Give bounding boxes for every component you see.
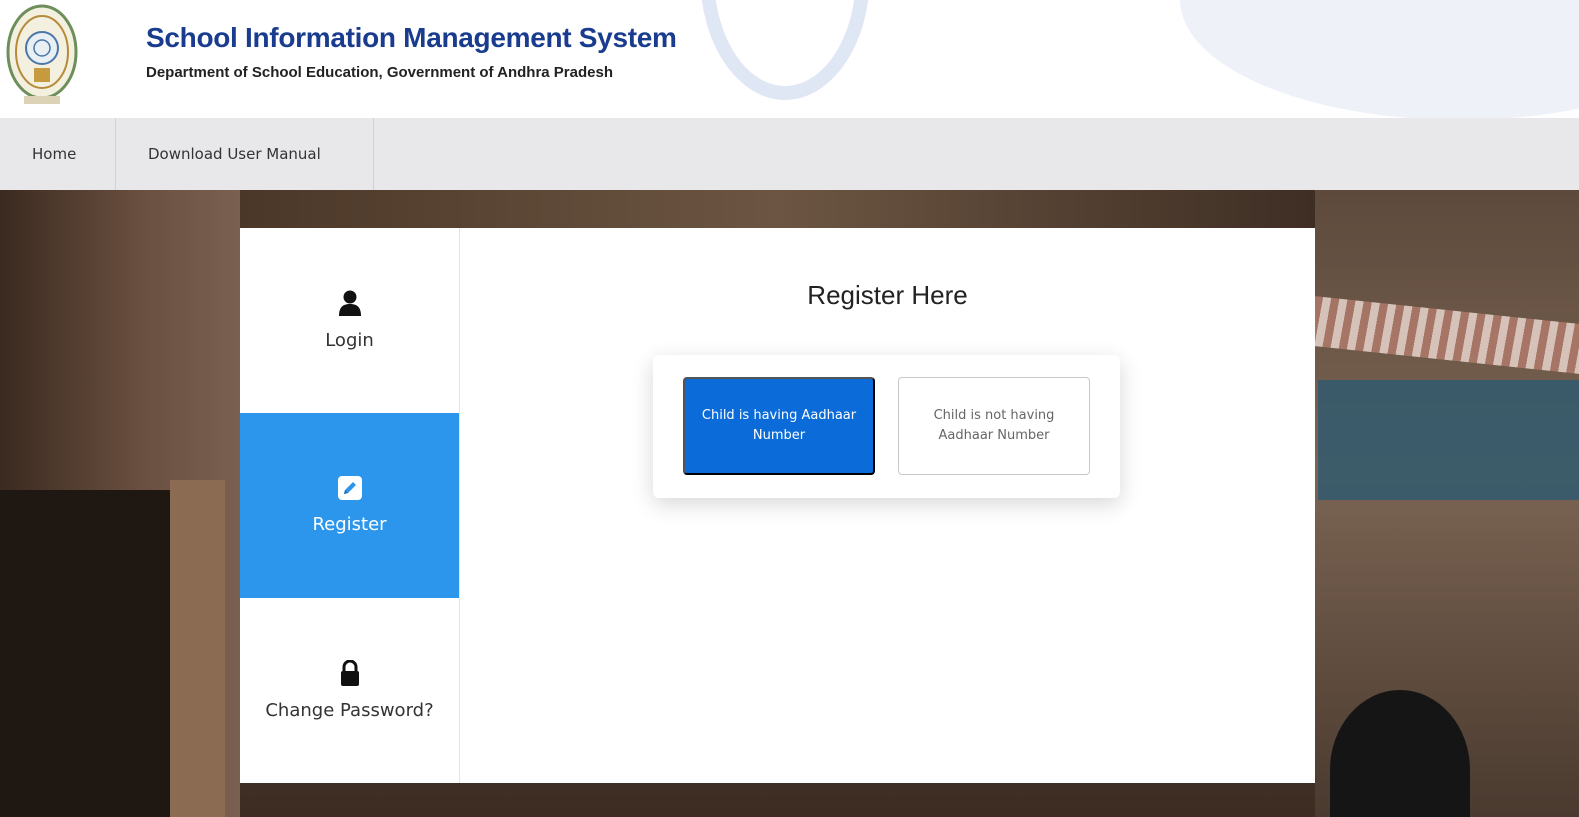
auth-sidebar: Login Register Change Password? bbox=[240, 228, 460, 783]
sidebar-item-label: Register bbox=[312, 514, 387, 535]
register-heading: Register Here bbox=[807, 280, 968, 310]
site-header: School Information Management System Dep… bbox=[0, 0, 1579, 118]
decorative-swoosh bbox=[1180, 0, 1579, 118]
top-nav: Home Download User Manual bbox=[0, 118, 1579, 190]
sidebar-item-label: Change Password? bbox=[265, 700, 434, 721]
child-no-aadhaar-button[interactable]: Child is not having Aadhaar Number bbox=[898, 377, 1090, 475]
sidebar-item-register[interactable]: Register bbox=[240, 413, 459, 598]
aadhaar-choice-box: Child is having Aadhaar Number Child is … bbox=[653, 355, 1120, 498]
nav-download-user-manual-link[interactable]: Download User Manual bbox=[116, 118, 374, 190]
sidebar-item-change-password[interactable]: Change Password? bbox=[240, 598, 459, 783]
page-subtitle: Department of School Education, Governme… bbox=[146, 64, 613, 81]
user-icon bbox=[338, 290, 361, 316]
sidebar-item-login[interactable]: Login bbox=[240, 228, 459, 413]
register-panel: Register Here Child is having Aadhaar Nu… bbox=[460, 228, 1315, 783]
page-title: School Information Management System bbox=[146, 22, 677, 53]
government-emblem-logo bbox=[6, 4, 78, 104]
pencil-icon bbox=[337, 476, 362, 500]
child-has-aadhaar-button[interactable]: Child is having Aadhaar Number bbox=[683, 377, 875, 475]
nav-home-link[interactable]: Home bbox=[0, 118, 116, 190]
auth-card: Login Register Change Password? Register… bbox=[240, 228, 1315, 783]
decorative-ring bbox=[700, 0, 870, 100]
lock-icon bbox=[340, 660, 359, 686]
sidebar-item-label: Login bbox=[325, 330, 374, 351]
